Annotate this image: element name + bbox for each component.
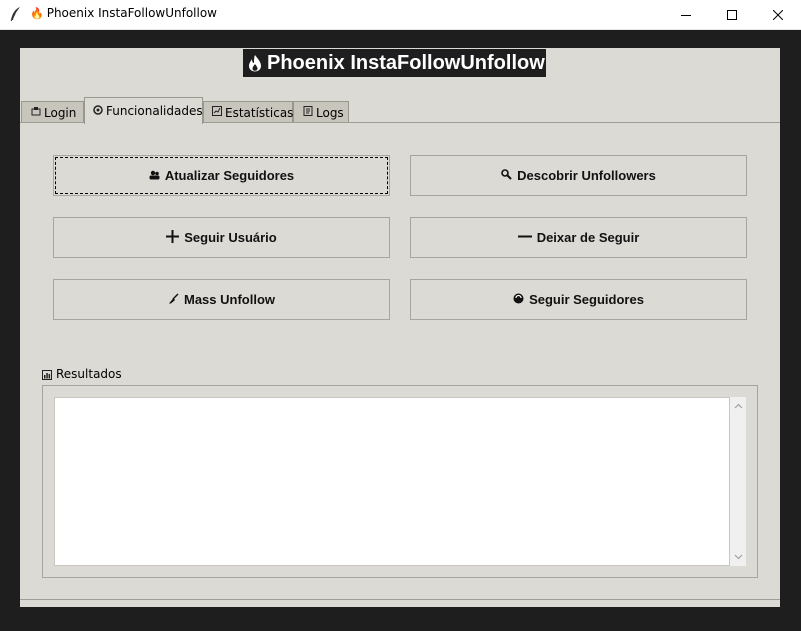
button-label: Descobrir Unfollowers bbox=[517, 168, 656, 183]
maximize-icon bbox=[727, 9, 737, 20]
plus-icon bbox=[166, 229, 180, 246]
users-icon bbox=[149, 168, 160, 183]
window-titlebar: 🔥 Phoenix InstaFollowUnfollow bbox=[0, 0, 801, 30]
tab-label: Logs bbox=[316, 105, 344, 120]
bar-chart-icon bbox=[42, 369, 52, 380]
button-label: Mass Unfollow bbox=[183, 292, 275, 307]
results-frame bbox=[42, 385, 758, 578]
app-header-title: Phoenix InstaFollowUnfollow bbox=[243, 49, 546, 77]
minimize-button[interactable] bbox=[663, 0, 709, 29]
cycle-icon bbox=[513, 292, 524, 307]
tab-login[interactable]: Login bbox=[21, 101, 84, 123]
results-label: Resultados bbox=[42, 367, 122, 381]
results-label-text: Resultados bbox=[56, 367, 122, 381]
scroll-down-icon[interactable] bbox=[733, 552, 743, 562]
button-label: Atualizar Seguidores bbox=[164, 168, 295, 183]
mass-unfollow-button[interactable]: Mass Unfollow bbox=[53, 279, 390, 320]
window-title-text: Phoenix InstaFollowUnfollow bbox=[46, 6, 217, 20]
feather-icon bbox=[10, 7, 20, 22]
tab-estatisticas[interactable]: Estatísticas bbox=[203, 101, 293, 123]
discover-unfollowers-button[interactable]: Descobrir Unfollowers bbox=[410, 155, 747, 196]
tab-label: Estatísticas bbox=[225, 105, 294, 120]
close-icon bbox=[773, 9, 783, 20]
log-icon bbox=[302, 106, 313, 119]
status-divider bbox=[20, 599, 780, 600]
button-label: Deixar de Seguir bbox=[536, 230, 640, 245]
button-label: Seguir Usuário bbox=[184, 230, 277, 245]
maximize-button[interactable] bbox=[709, 0, 755, 29]
follow-user-button[interactable]: Seguir Usuário bbox=[53, 217, 390, 258]
broom-icon bbox=[168, 292, 179, 307]
unfollow-user-button[interactable]: Deixar de Seguir bbox=[410, 217, 747, 258]
tab-label: Login bbox=[44, 105, 77, 120]
scroll-up-icon[interactable] bbox=[733, 401, 743, 411]
chart-icon bbox=[212, 106, 222, 119]
results-textarea[interactable] bbox=[54, 397, 730, 566]
minus-icon bbox=[517, 230, 532, 246]
phoenix-icon: 🔥 bbox=[30, 7, 44, 20]
follow-followers-button[interactable]: Seguir Seguidores bbox=[410, 279, 747, 320]
app-header-text: Phoenix InstaFollowUnfollow bbox=[267, 51, 545, 74]
tab-label: Funcionalidades bbox=[106, 104, 203, 118]
tab-logs[interactable]: Logs bbox=[293, 101, 349, 123]
minimize-icon bbox=[681, 14, 691, 16]
magnifier-icon bbox=[501, 168, 512, 183]
close-button[interactable] bbox=[755, 0, 801, 29]
phoenix-icon bbox=[249, 55, 261, 72]
gear-icon bbox=[93, 104, 103, 118]
main-window: Phoenix InstaFollowUnfollow Login Funcio… bbox=[20, 48, 780, 607]
button-label: Seguir Seguidores bbox=[529, 292, 644, 307]
update-followers-button[interactable]: Atualizar Seguidores bbox=[53, 155, 390, 196]
results-scrollbar[interactable] bbox=[730, 397, 746, 566]
tab-funcionalidades[interactable]: Funcionalidades bbox=[84, 97, 203, 124]
window-title: 🔥 Phoenix InstaFollowUnfollow bbox=[30, 6, 217, 20]
login-icon bbox=[30, 106, 41, 119]
